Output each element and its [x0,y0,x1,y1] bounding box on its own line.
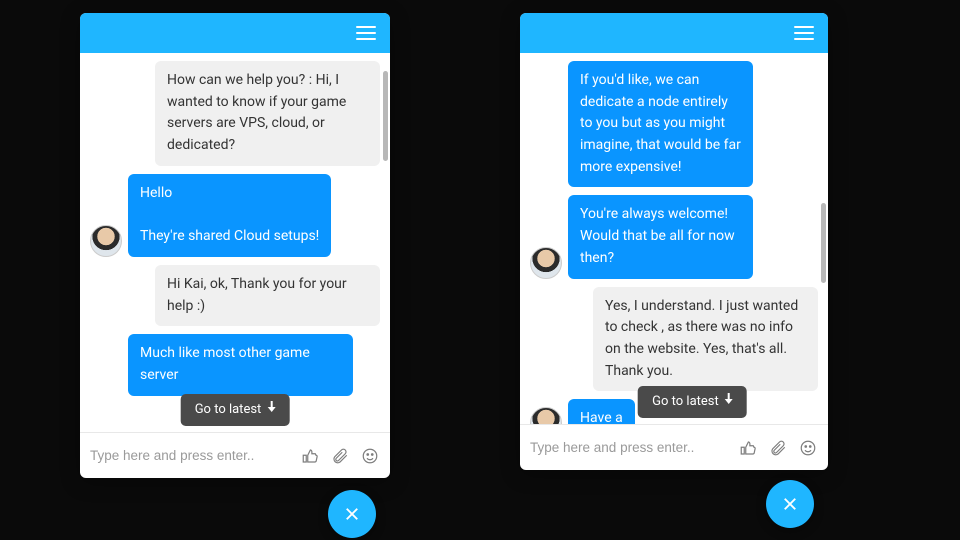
message-bubble: You're always welcome! Would that be all… [568,195,753,278]
message-row: Much like most other game server [90,334,380,395]
message-row: Hello They're shared Cloud setups! [90,174,380,257]
chat-window-right: If you'd like, we can dedicate a node en… [520,13,828,470]
go-to-latest-button[interactable]: Go to latest [181,394,290,426]
arrow-down-icon [267,407,275,412]
message-bubble: Much like most other game server [128,334,353,395]
message-bubble: Hello They're shared Cloud setups! [128,174,331,257]
go-to-latest-label: Go to latest [652,392,719,412]
scrollbar-thumb[interactable] [821,203,826,283]
close-chat-button[interactable] [328,490,376,538]
chat-footer [520,424,828,470]
agent-avatar [530,407,562,424]
message-row: You're always welcome! Would that be all… [530,195,818,278]
message-bubble: If you'd like, we can dedicate a node en… [568,61,753,187]
menu-icon[interactable] [794,26,814,40]
attachment-icon[interactable] [330,446,350,466]
chat-header [80,13,390,53]
message-row: If you'd like, we can dedicate a node en… [530,61,818,187]
thumbs-up-icon[interactable] [300,446,320,466]
message-row: Hi Kai, ok, Thank you for your help :) [90,265,380,326]
emoji-icon[interactable] [798,438,818,458]
chat-header [520,13,828,53]
message-bubble: How can we help you? : Hi, I wanted to k… [155,61,380,166]
chat-footer [80,432,390,478]
chat-window-left: How can we help you? : Hi, I wanted to k… [80,13,390,478]
message-row: Yes, I understand. I just wanted to chec… [530,287,818,392]
message-row: How can we help you? : Hi, I wanted to k… [90,61,380,166]
arrow-down-icon [725,399,733,404]
agent-avatar [530,247,562,279]
attachment-icon[interactable] [768,438,788,458]
message-bubble: Yes, I understand. I just wanted to chec… [593,287,818,392]
chat-body[interactable]: How can we help you? : Hi, I wanted to k… [80,53,390,432]
message-bubble: Have a [568,399,635,424]
close-chat-button[interactable] [766,480,814,528]
scrollbar-thumb[interactable] [383,71,388,161]
message-input[interactable] [530,440,728,455]
go-to-latest-label: Go to latest [195,400,262,420]
thumbs-up-icon[interactable] [738,438,758,458]
chat-body[interactable]: If you'd like, we can dedicate a node en… [520,53,828,424]
message-input[interactable] [90,448,290,463]
message-bubble: Hi Kai, ok, Thank you for your help :) [155,265,380,326]
emoji-icon[interactable] [360,446,380,466]
agent-avatar [90,225,122,257]
go-to-latest-button[interactable]: Go to latest [638,386,747,418]
menu-icon[interactable] [356,26,376,40]
